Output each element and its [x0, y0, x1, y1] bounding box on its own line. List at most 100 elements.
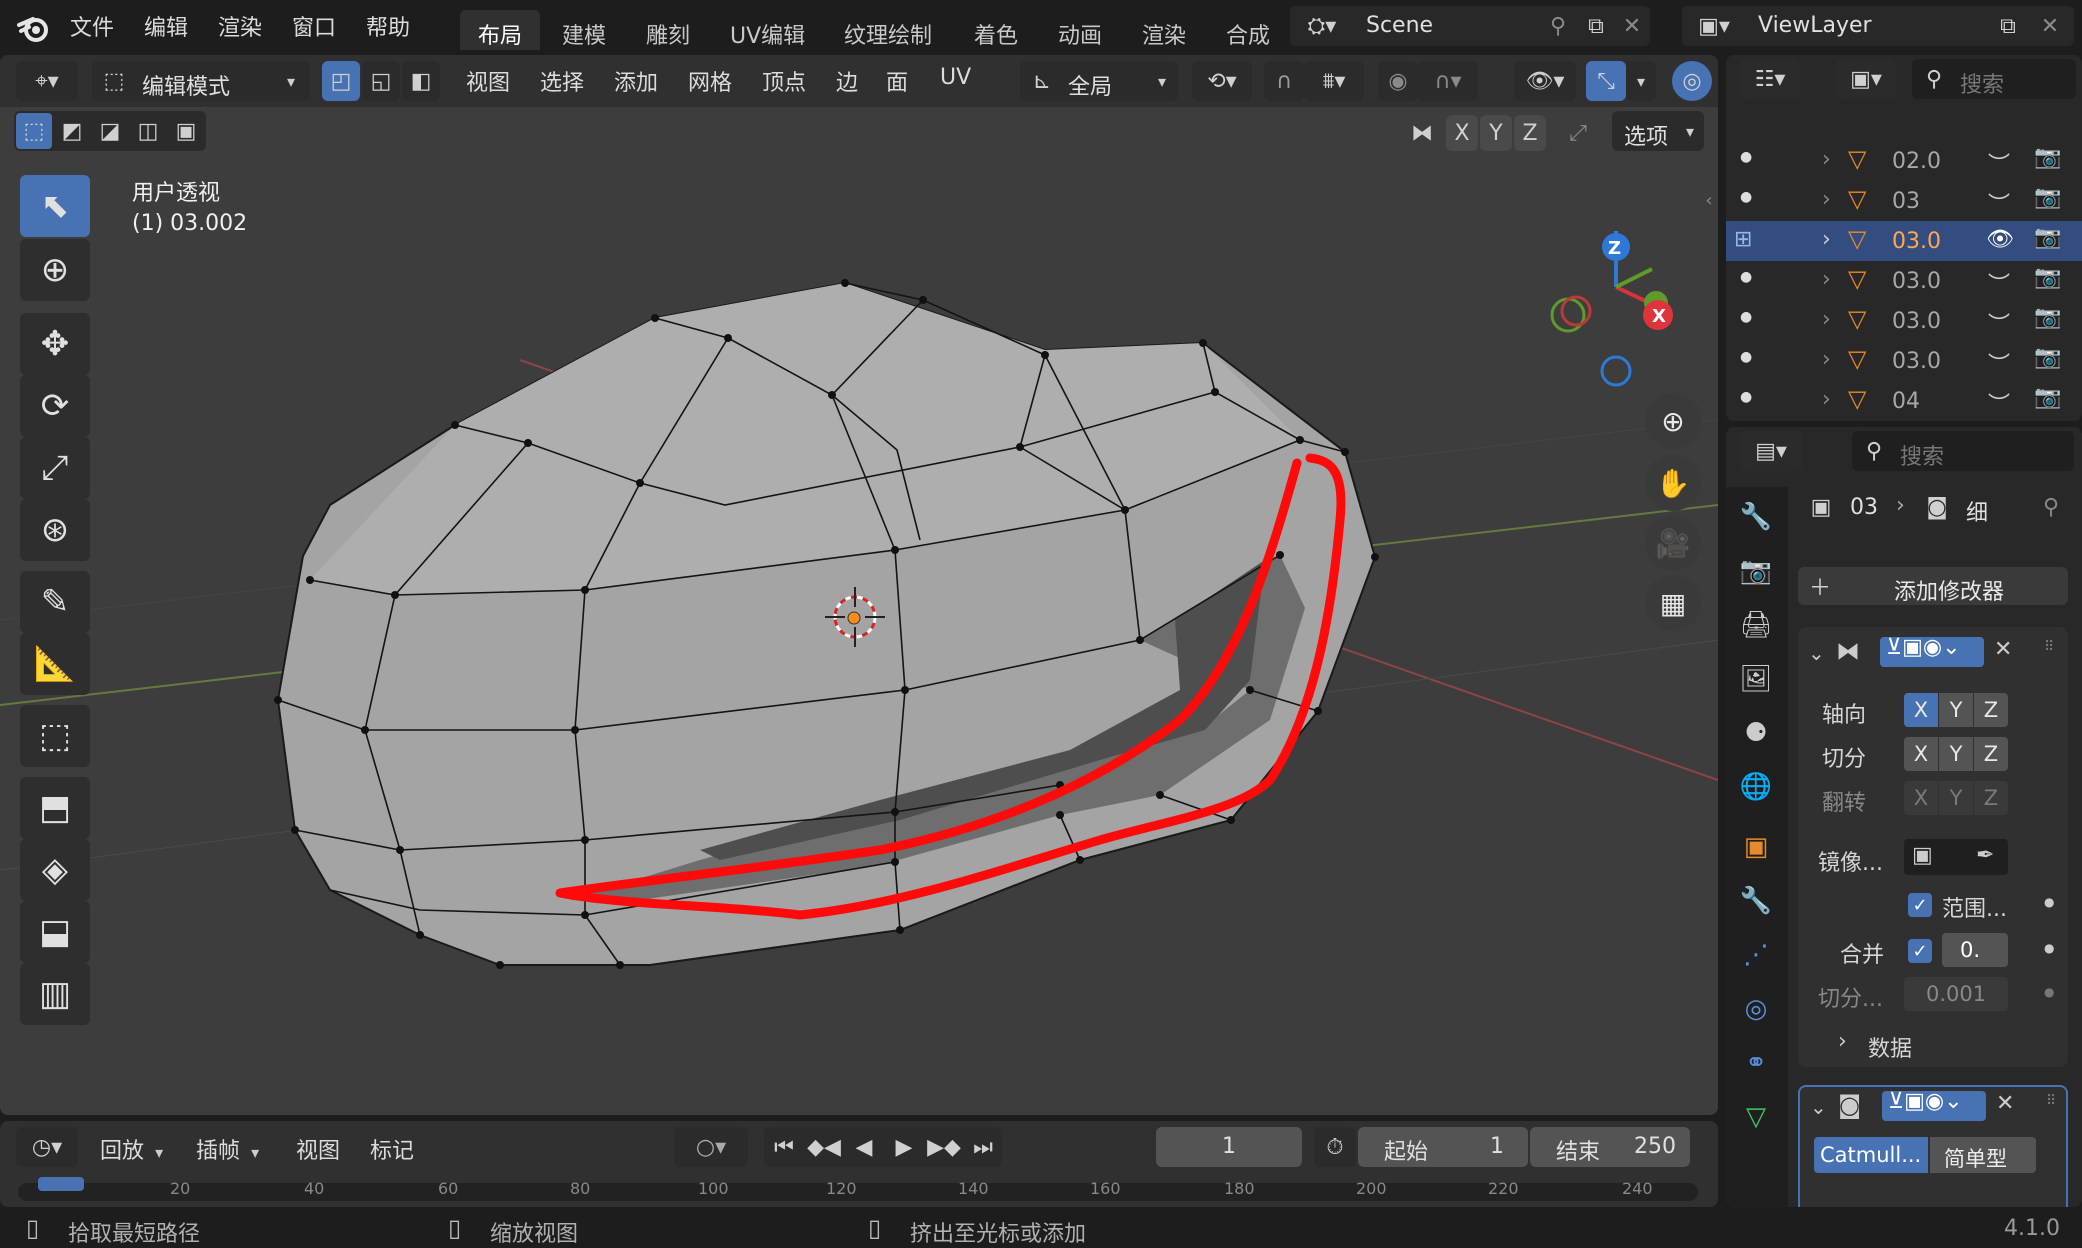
move-tool[interactable]: ✥: [20, 313, 90, 375]
eyedropper-icon[interactable]: ✒: [1976, 843, 1994, 868]
data-expand-chevron-icon[interactable]: ›: [1838, 1029, 1847, 1054]
visibility-dot-icon[interactable]: ●: [1740, 269, 1752, 285]
pivot-dropdown[interactable]: ⟲▾: [1192, 61, 1252, 101]
transform-tool[interactable]: ⊛: [20, 499, 90, 561]
constraints-tab-icon[interactable]: ⚭: [1736, 1043, 1776, 1083]
start-frame-field[interactable]: 起始 1: [1358, 1127, 1528, 1167]
jump-start-icon[interactable]: ⏮: [764, 1127, 804, 1167]
mode-dropdown[interactable]: ⬚ 编辑模式 ▾: [92, 61, 310, 101]
expand-chevron-icon[interactable]: ›: [1822, 187, 1831, 212]
camera-icon[interactable]: 📷: [2034, 345, 2061, 370]
visibility-dot-icon[interactable]: ●: [1740, 189, 1752, 205]
tab-uv-editing[interactable]: UV编辑: [722, 10, 813, 50]
new-scene-icon[interactable]: ⧉: [1578, 8, 1614, 44]
tab-rendering[interactable]: 渲染: [1134, 10, 1194, 50]
current-frame-field[interactable]: 1: [1156, 1127, 1302, 1167]
animate-dot-icon[interactable]: ●: [2044, 941, 2054, 955]
visibility-dot-icon[interactable]: ●: [1740, 149, 1752, 165]
tab-layout[interactable]: 布局: [460, 10, 540, 50]
axis-x-toggle[interactable]: X: [1904, 693, 1938, 727]
animate-dot-icon[interactable]: ●: [2044, 895, 2054, 909]
expand-chevron-icon[interactable]: ›: [1822, 147, 1831, 172]
modifier-visibility-icons[interactable]: ⊻▣◉⌄: [1888, 1089, 1963, 1114]
camera-icon[interactable]: 📷: [2034, 185, 2061, 210]
eye-closed-icon[interactable]: ︶: [1988, 187, 2010, 219]
eye-closed-icon[interactable]: ︶: [1988, 387, 2010, 419]
pin-icon[interactable]: ⚲: [2034, 487, 2068, 527]
proportional-edit-toggle[interactable]: ◉: [1378, 61, 1418, 101]
play-reverse-icon[interactable]: ◀: [844, 1127, 884, 1167]
auto-merge-icon[interactable]: ⤢: [1560, 115, 1596, 151]
remove-modifier-icon[interactable]: ✕: [1996, 1091, 2014, 1116]
particles-tab-icon[interactable]: ⋰: [1736, 935, 1776, 975]
merge-checkbox[interactable]: ✓: [1908, 939, 1932, 963]
merge-distance-field[interactable]: 0.: [1942, 933, 2008, 967]
collapse-chevron-icon[interactable]: ⌄: [1810, 1095, 1827, 1119]
bisect-z-toggle[interactable]: Z: [1974, 737, 2008, 771]
tab-texture-paint[interactable]: 纹理绘制: [836, 10, 940, 50]
end-frame-field[interactable]: 结束 250: [1530, 1127, 1690, 1167]
expand-chevron-icon[interactable]: ›: [1822, 227, 1831, 252]
eye-closed-icon[interactable]: ︶: [1988, 307, 2010, 339]
menu-window[interactable]: 窗口: [292, 10, 336, 42]
playback-dropdown[interactable]: 回放 ▾: [100, 1133, 163, 1165]
annotate-tool[interactable]: ✎: [20, 571, 90, 633]
simple-subdivision-button[interactable]: 简单型: [1930, 1137, 2036, 1173]
add-cube-tool[interactable]: ⬚: [20, 705, 90, 767]
eye-closed-icon[interactable]: ︶: [1988, 147, 2010, 179]
clipping-checkbox[interactable]: ✓: [1908, 893, 1932, 917]
data-tab-icon[interactable]: ▽: [1736, 1097, 1776, 1137]
select-subtract-icon[interactable]: ◪: [92, 113, 128, 149]
menu-vertex[interactable]: 顶点: [762, 65, 806, 97]
menu-add[interactable]: 添加: [614, 65, 658, 97]
modifier-tab-icon[interactable]: 🔧: [1736, 881, 1776, 921]
expand-chevron-icon[interactable]: ›: [1822, 347, 1831, 372]
outliner-row[interactable]: ● › ▽ 04 ︶ 📷: [1726, 381, 2082, 421]
expand-chevron-icon[interactable]: ›: [1822, 267, 1831, 292]
editor-type-button[interactable]: ⌖▾: [16, 61, 78, 101]
eye-icon[interactable]: 👁: [1986, 227, 2014, 252]
output-tab-icon[interactable]: 🖨: [1736, 605, 1776, 645]
outliner-search-input[interactable]: ⚲ 搜索: [1912, 59, 2076, 99]
loop-cut-tool[interactable]: ▥: [20, 963, 90, 1025]
visibility-dot-icon[interactable]: ●: [1740, 309, 1752, 325]
flip-z-toggle[interactable]: Z: [1974, 781, 2008, 815]
select-invert-icon[interactable]: ◫: [130, 113, 166, 149]
remove-modifier-icon[interactable]: ✕: [1994, 637, 2012, 662]
collapse-chevron-icon[interactable]: ⌄: [1808, 641, 1825, 665]
menu-mesh[interactable]: 网格: [688, 65, 732, 97]
falloff-dropdown[interactable]: ∩▾: [1418, 61, 1478, 101]
tab-animation[interactable]: 动画: [1050, 10, 1110, 50]
tab-modeling[interactable]: 建模: [554, 10, 614, 50]
perspective-toggle-button[interactable]: ▦: [1645, 575, 1701, 631]
mirror-axis-x[interactable]: X: [1446, 115, 1478, 151]
playhead[interactable]: [38, 1177, 84, 1191]
add-modifier-button[interactable]: ＋ 添加修改器: [1798, 567, 2068, 605]
pan-button[interactable]: ✋: [1645, 455, 1701, 511]
bisect-x-toggle[interactable]: X: [1904, 737, 1938, 771]
camera-view-button[interactable]: 🎥: [1645, 515, 1701, 571]
outliner-filter[interactable]: ▣▾: [1836, 59, 1896, 99]
mirror-axis-z[interactable]: Z: [1514, 115, 1546, 151]
menu-help[interactable]: 帮助: [366, 10, 410, 42]
camera-icon[interactable]: 📷: [2034, 145, 2061, 170]
cursor-tool[interactable]: ⊕: [20, 239, 90, 301]
physics-tab-icon[interactable]: ◎: [1736, 989, 1776, 1029]
preview-range-toggle[interactable]: ⏱: [1314, 1127, 1356, 1167]
eye-closed-icon[interactable]: ︶: [1988, 267, 2010, 299]
timeline-view-menu[interactable]: 视图: [296, 1133, 340, 1165]
snap-toggle[interactable]: ∩: [1264, 61, 1304, 101]
snap-target-dropdown[interactable]: ⩩▾: [1304, 61, 1364, 101]
camera-icon[interactable]: 📷: [2034, 265, 2061, 290]
modifier-visibility-icons[interactable]: ⊻▣◉⌄: [1886, 635, 1961, 660]
auto-keying-toggle[interactable]: ○▾: [674, 1127, 748, 1167]
menu-edge[interactable]: 边: [836, 65, 858, 97]
axis-z-toggle[interactable]: Z: [1974, 693, 2008, 727]
rotate-tool[interactable]: ⟳: [20, 375, 90, 437]
timeline-scrubber[interactable]: 20 40 60 80 100 120 140 160 180 200 220 …: [18, 1177, 1698, 1201]
menu-render[interactable]: 渲染: [218, 10, 262, 42]
tool-tab-icon[interactable]: 🔧: [1736, 497, 1776, 537]
flip-y-toggle[interactable]: Y: [1939, 781, 1973, 815]
menu-view[interactable]: 视图: [466, 65, 510, 97]
close-icon[interactable]: ✕: [1614, 8, 1650, 44]
